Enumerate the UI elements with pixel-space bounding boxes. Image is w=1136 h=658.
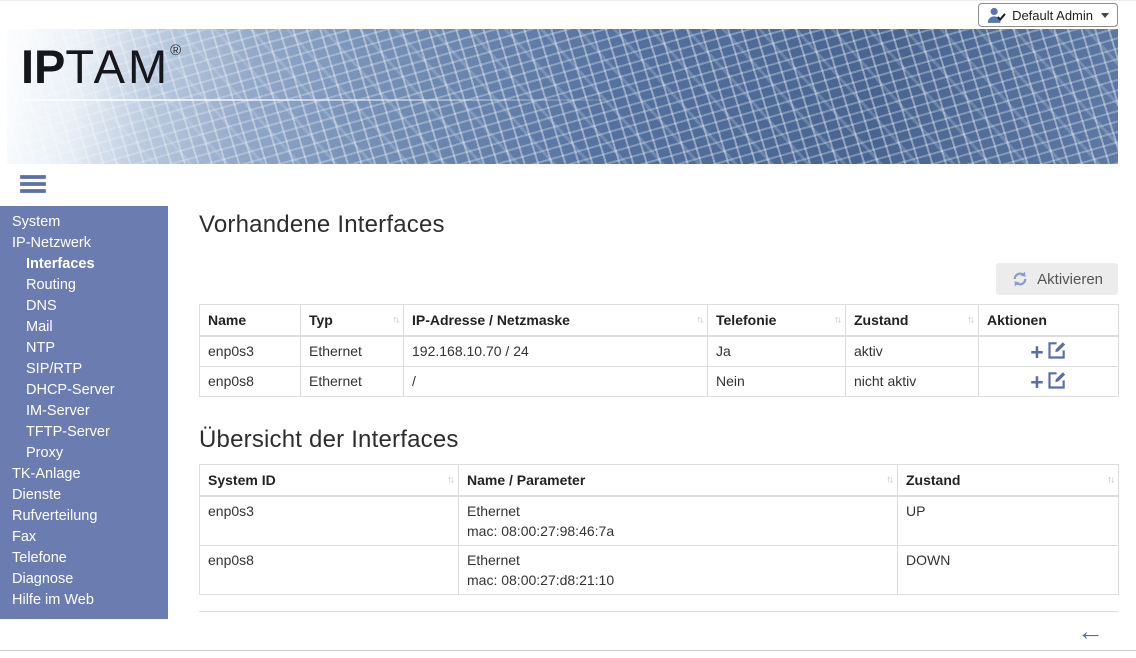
column-header-name: Name [200,305,301,337]
column-header-zustand[interactable]: Zustand↑↓ [898,465,1119,497]
sidebar-item-ip-netzwerk[interactable]: IP-Netzwerk [0,233,168,254]
table-row: enp0s3 Ethernet 192.168.10.70 / 24 Ja ak… [200,336,1119,367]
sidebar-item-rufverteilung[interactable]: Rufverteilung [0,506,168,527]
caret-down-icon [1101,13,1109,18]
table-row: enp0s8 Ethernet / Nein nicht aktiv + [200,367,1119,397]
interface-type: Ethernet [467,503,520,519]
column-header-system-id[interactable]: System ID↑↓ [200,465,459,497]
menu-toggle-icon[interactable] [20,175,46,193]
cell-zustand: UP [898,496,1119,546]
column-header-name-parameter[interactable]: Name / Parameter↑↓ [459,465,898,497]
column-header-zustand[interactable]: Zustand↑↓ [846,305,979,337]
menu-bar [20,182,46,186]
cell-zustand: DOWN [898,546,1119,595]
activate-button[interactable]: Aktivieren [996,263,1118,295]
sidebar-nav: System IP-Netzwerk Interfaces Routing DN… [0,206,168,619]
page-bottom-border [0,650,1136,651]
sidebar-item-hilfe-im-web[interactable]: Hilfe im Web [0,590,168,611]
activate-button-label: Aktivieren [1037,271,1103,288]
interfaces-overview-table: System ID↑↓ Name / Parameter↑↓ Zustand↑↓… [199,464,1119,595]
sidebar-item-system[interactable]: System [0,212,168,233]
cell-telefonie: Ja [708,336,846,367]
interface-type: Ethernet [467,552,520,568]
cell-ip: 192.168.10.70 / 24 [404,336,708,367]
cell-aktionen: + [979,367,1119,397]
back-navigation-row: ← [199,612,1118,645]
cell-telefonie: Nein [708,367,846,397]
content-area: System IP-Netzwerk Interfaces Routing DN… [0,206,1136,645]
refresh-icon [1011,270,1029,288]
cell-typ: Ethernet [301,336,404,367]
sidebar-item-diagnose[interactable]: Diagnose [0,569,168,590]
add-icon[interactable]: + [1030,342,1043,362]
sidebar-item-tftp-server[interactable]: TFTP-Server [0,422,168,443]
sort-icon[interactable]: ↑↓ [886,475,892,486]
cell-name: enp0s3 [200,336,301,367]
edit-icon[interactable] [1047,370,1067,393]
cell-name: enp0s8 [200,367,301,397]
page-title-uebersicht-der-interfaces: Übersicht der Interfaces [199,426,1118,454]
sidebar-item-dns[interactable]: DNS [0,296,168,317]
back-arrow-icon[interactable]: ← [1077,618,1104,645]
table-header-row: Name Typ↑↓ IP-Adresse / Netzmaske↑↓ Tele… [200,305,1119,337]
cell-zustand: nicht aktiv [846,367,979,397]
user-menu-label: Default Admin [1012,8,1093,23]
edit-icon[interactable] [1047,340,1067,363]
cell-system-id: enp0s3 [200,496,459,546]
sidebar-item-mail[interactable]: Mail [0,317,168,338]
sidebar-item-interfaces[interactable]: Interfaces [0,254,168,275]
column-header-telefonie[interactable]: Telefonie↑↓ [708,305,846,337]
menu-bar [20,189,46,193]
table-row: enp0s8 Ethernet mac: 08:00:27:d8:21:10 D… [200,546,1119,595]
sort-icon[interactable]: ↑↓ [967,315,973,326]
interfaces-table: Name Typ↑↓ IP-Adresse / Netzmaske↑↓ Tele… [199,304,1119,397]
cell-aktionen: + [979,336,1119,367]
column-header-typ[interactable]: Typ↑↓ [301,305,404,337]
sidebar-item-dhcp-server[interactable]: DHCP-Server [0,380,168,401]
iptam-logo: IPTAM® [21,43,181,90]
add-icon[interactable]: + [1030,372,1043,392]
sidebar-item-sip-rtp[interactable]: SIP/RTP [0,359,168,380]
sidebar-item-telefone[interactable]: Telefone [0,548,168,569]
cell-system-id: enp0s8 [200,546,459,595]
sidebar-item-dienste[interactable]: Dienste [0,485,168,506]
sort-icon[interactable]: ↑↓ [696,315,702,326]
interface-mac: mac: 08:00:27:98:46:7a [467,523,889,539]
menu-bar [20,175,46,179]
sort-icon[interactable]: ↑↓ [447,475,453,486]
user-check-icon [987,7,1006,23]
cell-name-parameter: Ethernet mac: 08:00:27:d8:21:10 [459,546,898,595]
sidebar-item-proxy[interactable]: Proxy [0,443,168,464]
action-button-row: Aktivieren [199,263,1118,295]
interface-mac: mac: 08:00:27:d8:21:10 [467,572,889,588]
topbar: Default Admin [0,0,1136,28]
sort-icon[interactable]: ↑↓ [392,315,398,326]
logo-registered-mark: ® [170,42,181,59]
sort-icon[interactable]: ↑↓ [834,315,840,326]
table-header-row: System ID↑↓ Name / Parameter↑↓ Zustand↑↓ [200,465,1119,497]
user-menu-button[interactable]: Default Admin [978,3,1118,27]
column-header-ip-adresse-netzmaske[interactable]: IP-Adresse / Netzmaske↑↓ [404,305,708,337]
page-title-vorhandene-interfaces: Vorhandene Interfaces [199,211,1118,239]
sidebar-item-ntp[interactable]: NTP [0,338,168,359]
sidebar-item-routing[interactable]: Routing [0,275,168,296]
logo-underline [23,99,606,101]
cell-name-parameter: Ethernet mac: 08:00:27:98:46:7a [459,496,898,546]
table-row: enp0s3 Ethernet mac: 08:00:27:98:46:7a U… [200,496,1119,546]
header-banner: IPTAM® [7,29,1118,164]
cell-ip: / [404,367,708,397]
sidebar-item-tk-anlage[interactable]: TK-Anlage [0,464,168,485]
cell-zustand: aktiv [846,336,979,367]
cell-typ: Ethernet [301,367,404,397]
sort-icon[interactable]: ↑↓ [1107,475,1113,486]
sidebar-item-im-server[interactable]: IM-Server [0,401,168,422]
column-header-aktionen: Aktionen [979,305,1119,337]
logo-text-ip: IP [21,40,65,93]
sidebar-item-fax[interactable]: Fax [0,527,168,548]
main-panel: Vorhandene Interfaces Aktivieren Name [168,206,1136,645]
logo-text-tam: TAM [65,40,170,93]
